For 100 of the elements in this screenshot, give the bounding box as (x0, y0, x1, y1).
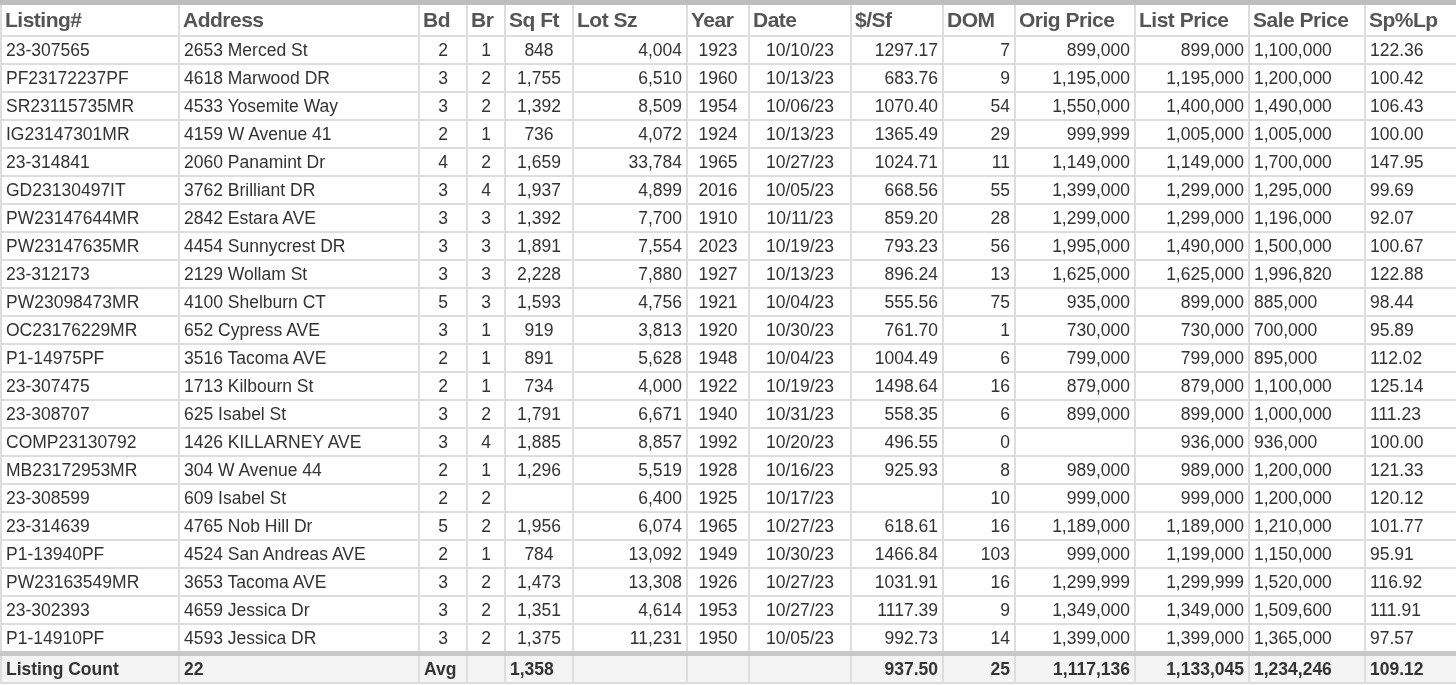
table-cell: 1,195,000 (1015, 64, 1135, 92)
summary-cell: 1,358 (505, 653, 573, 683)
table-cell: SR23115735MR (1, 92, 179, 120)
table-cell: 999,000 (1015, 540, 1135, 568)
summary-cell: 1,117,136 (1015, 653, 1135, 683)
table-cell: COMP23130792 (1, 428, 179, 456)
table-cell: 936,000 (1249, 428, 1365, 456)
table-cell: 3 (419, 568, 467, 596)
table-cell: 1,149,000 (1015, 148, 1135, 176)
table-cell: 1,500,000 (1249, 232, 1365, 260)
table-cell: 3762 Brilliant DR (179, 176, 419, 204)
table-cell: 75 (943, 288, 1015, 316)
table-cell: 4,614 (573, 596, 687, 624)
summary-cell: Listing Count (1, 653, 179, 683)
table-cell: 3 (467, 260, 505, 288)
table-cell: PW23147644MR (1, 204, 179, 232)
table-cell: 16 (943, 372, 1015, 400)
column-header: List Price (1135, 5, 1249, 36)
table-cell: 1,100,000 (1249, 36, 1365, 64)
table-cell: 1,351 (505, 596, 573, 624)
table-cell: 1,700,000 (1249, 148, 1365, 176)
table-cell: 1965 (687, 512, 749, 540)
table-cell: 10 (943, 484, 1015, 512)
table-cell: 1928 (687, 456, 749, 484)
table-cell: 1426 KILLARNEY AVE (179, 428, 419, 456)
table-cell: 3 (419, 316, 467, 344)
table-cell: 1 (467, 36, 505, 64)
table-cell: 1,189,000 (1135, 512, 1249, 540)
table-cell: 1,755 (505, 64, 573, 92)
table-cell: 1,349,000 (1135, 596, 1249, 624)
table-cell: 1,891 (505, 232, 573, 260)
table-cell: 558.35 (851, 400, 943, 428)
table-cell: 4,899 (573, 176, 687, 204)
table-cell: 989,000 (1015, 456, 1135, 484)
table-cell: 1965 (687, 148, 749, 176)
table-cell: 1,473 (505, 568, 573, 596)
table-cell: 2 (419, 120, 467, 148)
table-cell: 1,149,000 (1135, 148, 1249, 176)
table-cell: 2 (419, 372, 467, 400)
table-cell: 3 (419, 428, 467, 456)
table-cell: 1,299,000 (1015, 204, 1135, 232)
summary-cell: 109.12 (1365, 653, 1456, 683)
table-cell: 1,996,820 (1249, 260, 1365, 288)
table-cell: 879,000 (1015, 372, 1135, 400)
table-cell: 1031.91 (851, 568, 943, 596)
table-cell: 784 (505, 540, 573, 568)
table-cell: 2 (419, 344, 467, 372)
table-cell: 895,000 (1249, 344, 1365, 372)
table-cell: PW23163549MR (1, 568, 179, 596)
table-cell: 10/27/23 (749, 148, 851, 176)
table-cell: 1,490,000 (1249, 92, 1365, 120)
table-cell: 1 (467, 456, 505, 484)
table-cell: 6 (943, 344, 1015, 372)
table-cell: 1910 (687, 204, 749, 232)
table-cell: 23-308707 (1, 400, 179, 428)
table-cell: 1949 (687, 540, 749, 568)
table-cell: 848 (505, 36, 573, 64)
table-cell: 1 (943, 316, 1015, 344)
summary-cell: 22 (179, 653, 419, 683)
table-cell: 1954 (687, 92, 749, 120)
table-cell: 989,000 (1135, 456, 1249, 484)
table-cell: 23-314841 (1, 148, 179, 176)
table-cell: 925.93 (851, 456, 943, 484)
table-cell: 10/27/23 (749, 568, 851, 596)
table-cell: 16 (943, 512, 1015, 540)
table-cell: 9 (943, 64, 1015, 92)
table-cell: 899,000 (1135, 36, 1249, 64)
table-cell: 5,519 (573, 456, 687, 484)
table-cell: 4159 W Avenue 41 (179, 120, 419, 148)
table-cell: 103 (943, 540, 1015, 568)
table-cell: 6,510 (573, 64, 687, 92)
table-cell: 496.55 (851, 428, 943, 456)
table-cell: 1960 (687, 64, 749, 92)
table-cell: 936,000 (1135, 428, 1249, 456)
table-cell: 2,228 (505, 260, 573, 288)
table-cell: OC23176229MR (1, 316, 179, 344)
table-cell: 3 (467, 232, 505, 260)
table-cell: 609 Isabel St (179, 484, 419, 512)
table-cell: 1,509,600 (1249, 596, 1365, 624)
table-cell: 23-302393 (1, 596, 179, 624)
table-cell: 2060 Panamint Dr (179, 148, 419, 176)
table-cell: 1,000,000 (1249, 400, 1365, 428)
table-cell: 2129 Wollam St (179, 260, 419, 288)
table-cell: 1498.64 (851, 372, 943, 400)
table-cell: 683.76 (851, 64, 943, 92)
table-cell: 1,210,000 (1249, 512, 1365, 540)
table-cell: 23-314639 (1, 512, 179, 540)
column-header: Orig Price (1015, 5, 1135, 36)
table-cell: 1,885 (505, 428, 573, 456)
column-header: Sq Ft (505, 5, 573, 36)
table-cell: 1,150,000 (1249, 540, 1365, 568)
table-cell: 1,005,000 (1135, 120, 1249, 148)
table-cell: 56 (943, 232, 1015, 260)
table-cell: 1,520,000 (1249, 568, 1365, 596)
table-cell: 1,399,000 (1015, 176, 1135, 204)
table-cell: 3 (419, 400, 467, 428)
table-cell: 4533 Yosemite Way (179, 92, 419, 120)
table-cell: 10/30/23 (749, 316, 851, 344)
table-cell: 3 (419, 64, 467, 92)
table-cell: 10/19/23 (749, 232, 851, 260)
